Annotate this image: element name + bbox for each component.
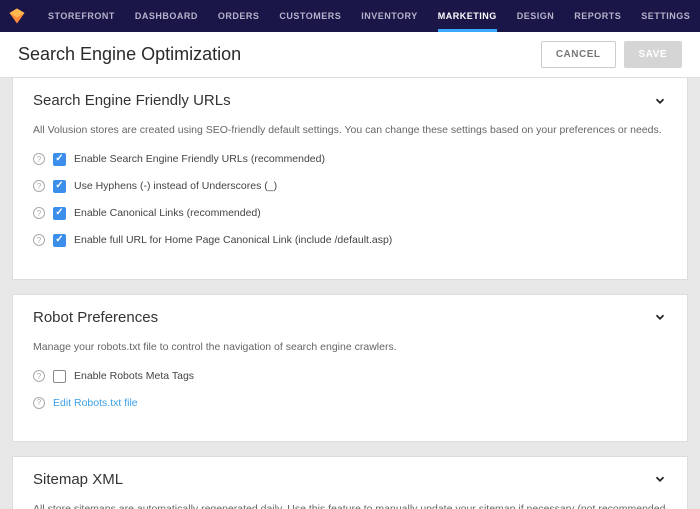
page-header: Search Engine Optimization CANCEL SAVE [0,32,700,78]
help-icon[interactable]: ? [33,370,45,382]
chevron-down-icon[interactable] [653,310,667,324]
option-enable-seo-urls: ? Enable Search Engine Friendly URLs (re… [33,153,667,166]
option-label: Use Hyphens (-) instead of Underscores (… [74,180,277,192]
chevron-down-icon[interactable] [653,472,667,486]
nav-inventory[interactable]: INVENTORY [351,0,428,32]
option-canonical-links: ? Enable Canonical Links (recommended) [33,207,667,220]
option-label: Enable Robots Meta Tags [74,370,194,382]
page-title: Search Engine Optimization [18,44,241,65]
top-nav: STOREFRONT DASHBOARD ORDERS CUSTOMERS IN… [0,0,700,32]
edit-robots-link[interactable]: Edit Robots.txt file [53,397,138,409]
nav-customers[interactable]: CUSTOMERS [269,0,351,32]
nav-orders[interactable]: ORDERS [208,0,270,32]
option-full-url-homepage: ? Enable full URL for Home Page Canonica… [33,234,667,247]
nav-settings[interactable]: SETTINGS [631,0,700,32]
help-icon[interactable]: ? [33,397,45,409]
edit-robots-row: ? Edit Robots.txt file [33,397,667,409]
nav-marketing[interactable]: MARKETING [428,0,507,32]
option-robots-meta: ? Enable Robots Meta Tags [33,370,667,383]
nav-items: STOREFRONT DASHBOARD ORDERS CUSTOMERS IN… [38,0,700,32]
nav-design[interactable]: DESIGN [507,0,565,32]
help-icon[interactable]: ? [33,234,45,246]
option-label: Enable full URL for Home Page Canonical … [74,234,392,246]
cancel-button[interactable]: CANCEL [541,41,616,68]
robot-preferences-card: Robot Preferences Manage your robots.txt… [12,294,688,442]
checkbox-enable-seo-urls[interactable] [53,153,66,166]
seo-urls-card: Search Engine Friendly URLs All Volusion… [12,78,688,280]
option-use-hyphens: ? Use Hyphens (-) instead of Underscores… [33,180,667,193]
robot-title: Robot Preferences [33,309,158,326]
sitemap-desc: All store sitemaps are automatically reg… [33,502,667,509]
seo-urls-title: Search Engine Friendly URLs [33,92,231,109]
checkbox-full-url-homepage[interactable] [53,234,66,247]
help-icon[interactable]: ? [33,180,45,192]
save-button[interactable]: SAVE [624,41,683,68]
help-icon[interactable]: ? [33,207,45,219]
option-label: Enable Search Engine Friendly URLs (reco… [74,153,325,165]
nav-reports[interactable]: REPORTS [564,0,631,32]
header-actions: CANCEL SAVE [541,41,682,68]
checkbox-robots-meta[interactable] [53,370,66,383]
content: Search Engine Friendly URLs All Volusion… [0,78,700,509]
help-icon[interactable]: ? [33,153,45,165]
nav-storefront[interactable]: STOREFRONT [38,0,125,32]
seo-urls-desc: All Volusion stores are created using SE… [33,123,667,139]
checkbox-use-hyphens[interactable] [53,180,66,193]
robot-desc: Manage your robots.txt file to control t… [33,340,667,356]
sitemap-xml-card: Sitemap XML All store sitemaps are autom… [12,456,688,509]
option-label: Enable Canonical Links (recommended) [74,207,261,219]
sitemap-title: Sitemap XML [33,471,123,488]
nav-dashboard[interactable]: DASHBOARD [125,0,208,32]
checkbox-canonical-links[interactable] [53,207,66,220]
chevron-down-icon[interactable] [653,94,667,108]
brand-logo[interactable] [8,6,26,26]
